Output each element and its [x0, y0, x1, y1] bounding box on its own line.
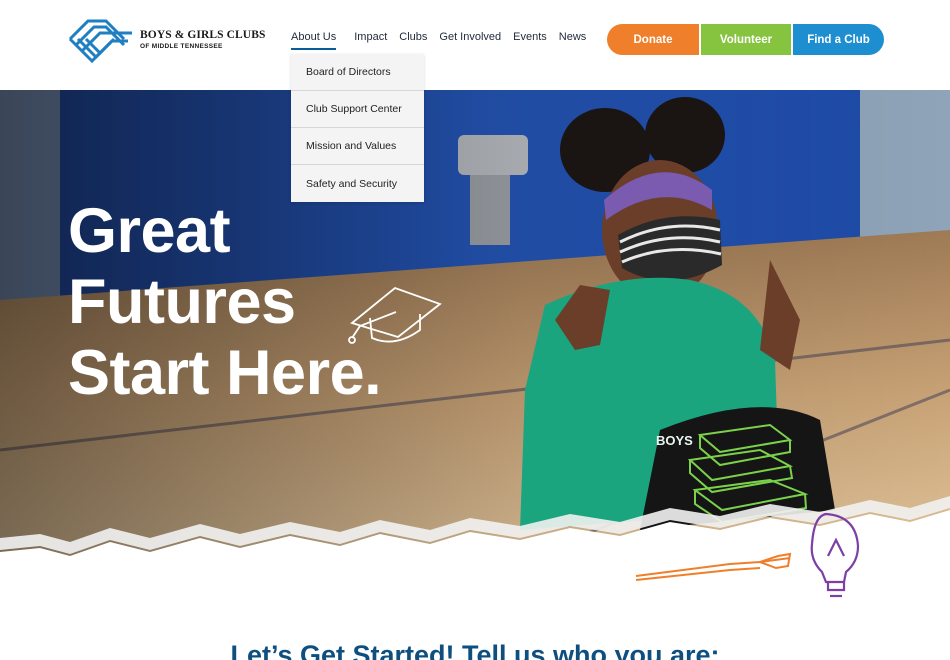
nav-news[interactable]: News [553, 31, 593, 50]
main-nav: About Us Impact Clubs Get Involved Event… [291, 31, 592, 50]
doodles-lower [635, 512, 860, 598]
donate-button[interactable]: Donate [607, 24, 699, 55]
hero-headline-line2: Futures [68, 267, 296, 337]
site-logo[interactable]: BOYS & GIRLS CLUBS OF MIDDLE TENNESSEE [66, 17, 265, 63]
logo-line1: BOYS & GIRLS CLUBS [140, 29, 266, 41]
dropdown-board-of-directors[interactable]: Board of Directors [291, 54, 424, 91]
nav-impact[interactable]: Impact [348, 31, 393, 50]
lightbulb-doodle-icon [810, 512, 860, 598]
shirt-text: BOYS [656, 433, 693, 448]
nav-get-involved[interactable]: Get Involved [433, 31, 507, 50]
about-us-dropdown: Board of Directors Club Support Center M… [291, 54, 424, 202]
volunteer-button[interactable]: Volunteer [699, 24, 791, 55]
hero-headline: Great Futures Start Here. [68, 196, 382, 409]
paintbrush-doodle-icon [635, 552, 792, 581]
dropdown-safety-and-security[interactable]: Safety and Security [291, 165, 424, 202]
nav-about-us[interactable]: About Us [291, 31, 337, 50]
nav-clubs[interactable]: Clubs [393, 31, 433, 50]
section-heading: Let’s Get Started! Tell us who you are: [230, 640, 720, 660]
find-a-club-button[interactable]: Find a Club [791, 24, 884, 55]
logo-line2: OF MIDDLE TENNESSEE [140, 42, 223, 50]
hero-section: BOYS Great Futures Start Here. [0, 90, 950, 560]
dropdown-mission-and-values[interactable]: Mission and Values [291, 128, 424, 165]
nav-events[interactable]: Events [507, 31, 553, 50]
site-header: BOYS & GIRLS CLUBS OF MIDDLE TENNESSEE A… [0, 0, 950, 90]
dropdown-club-support-center[interactable]: Club Support Center [291, 91, 424, 128]
hero-headline-line3: Start Here. [68, 338, 382, 408]
hero-headline-line1: Great [68, 196, 231, 266]
bgc-logo-icon [68, 19, 132, 63]
